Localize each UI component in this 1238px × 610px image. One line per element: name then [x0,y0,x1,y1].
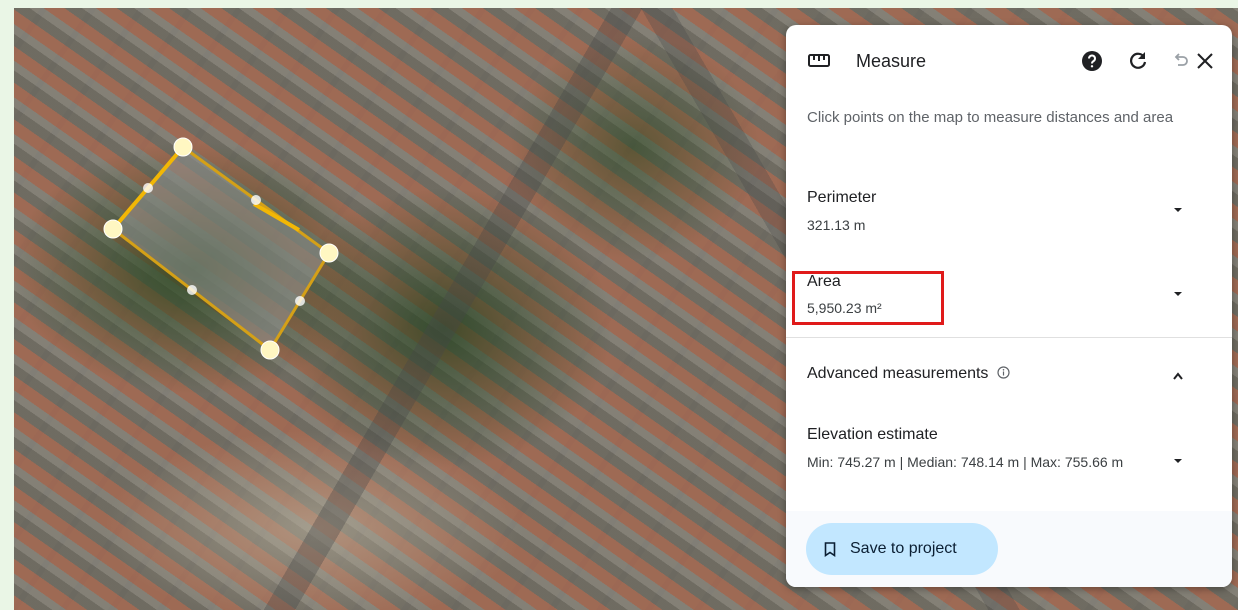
undo-icon [1174,53,1188,66]
panel-title: Measure [856,51,927,71]
info-icon[interactable] [997,366,1010,379]
help-button[interactable] [1079,48,1105,74]
polygon-vertex[interactable] [319,243,339,263]
measure-hint: Click points on the map to measure dista… [807,109,1174,126]
close-button[interactable] [1190,48,1220,74]
panel-header: Measure [786,25,1232,95]
advanced-measurements-row[interactable]: Advanced measurements [786,355,1232,395]
perimeter-row[interactable]: Perimeter 321.13 m [786,185,1232,245]
help-icon [1082,51,1102,71]
polygon-midpoint[interactable] [143,183,153,193]
caret-down-icon[interactable] [1171,456,1185,466]
polygon-midpoint[interactable] [251,195,261,205]
ruler-icon [808,54,830,67]
polygon-midpoint[interactable] [295,296,305,306]
perimeter-label: Perimeter [807,189,877,206]
close-icon [1197,53,1213,69]
caret-down-icon[interactable] [1171,289,1185,299]
measure-panel: Measure Click points on the map to measu… [786,25,1232,587]
bookmark-icon [824,541,836,557]
save-to-project-label: Save to project [850,540,957,557]
caret-down-icon[interactable] [1171,205,1185,215]
refresh-button[interactable] [1125,48,1151,74]
polygon-vertex[interactable] [260,340,280,360]
elevation-row[interactable]: Elevation estimate Min: 745.27 m | Media… [786,421,1232,501]
advanced-measurements-header: Advanced measurements [807,365,1010,383]
polygon-vertex[interactable] [103,219,123,239]
divider [786,337,1232,338]
refresh-icon [1130,52,1147,69]
area-highlight-box [792,271,944,325]
polygon-vertex[interactable] [173,137,193,157]
elevation-value: Min: 745.27 m | Median: 748.14 m | Max: … [807,454,1124,470]
elevation-label: Elevation estimate [807,426,938,443]
perimeter-value: 321.13 m [807,217,866,233]
polygon-midpoint[interactable] [187,285,197,295]
caret-up-icon[interactable] [1171,371,1185,381]
measured-area-polygon [110,144,331,353]
save-to-project-button[interactable]: Save to project [806,523,998,575]
advanced-measurements-label: Advanced measurements [807,365,989,382]
